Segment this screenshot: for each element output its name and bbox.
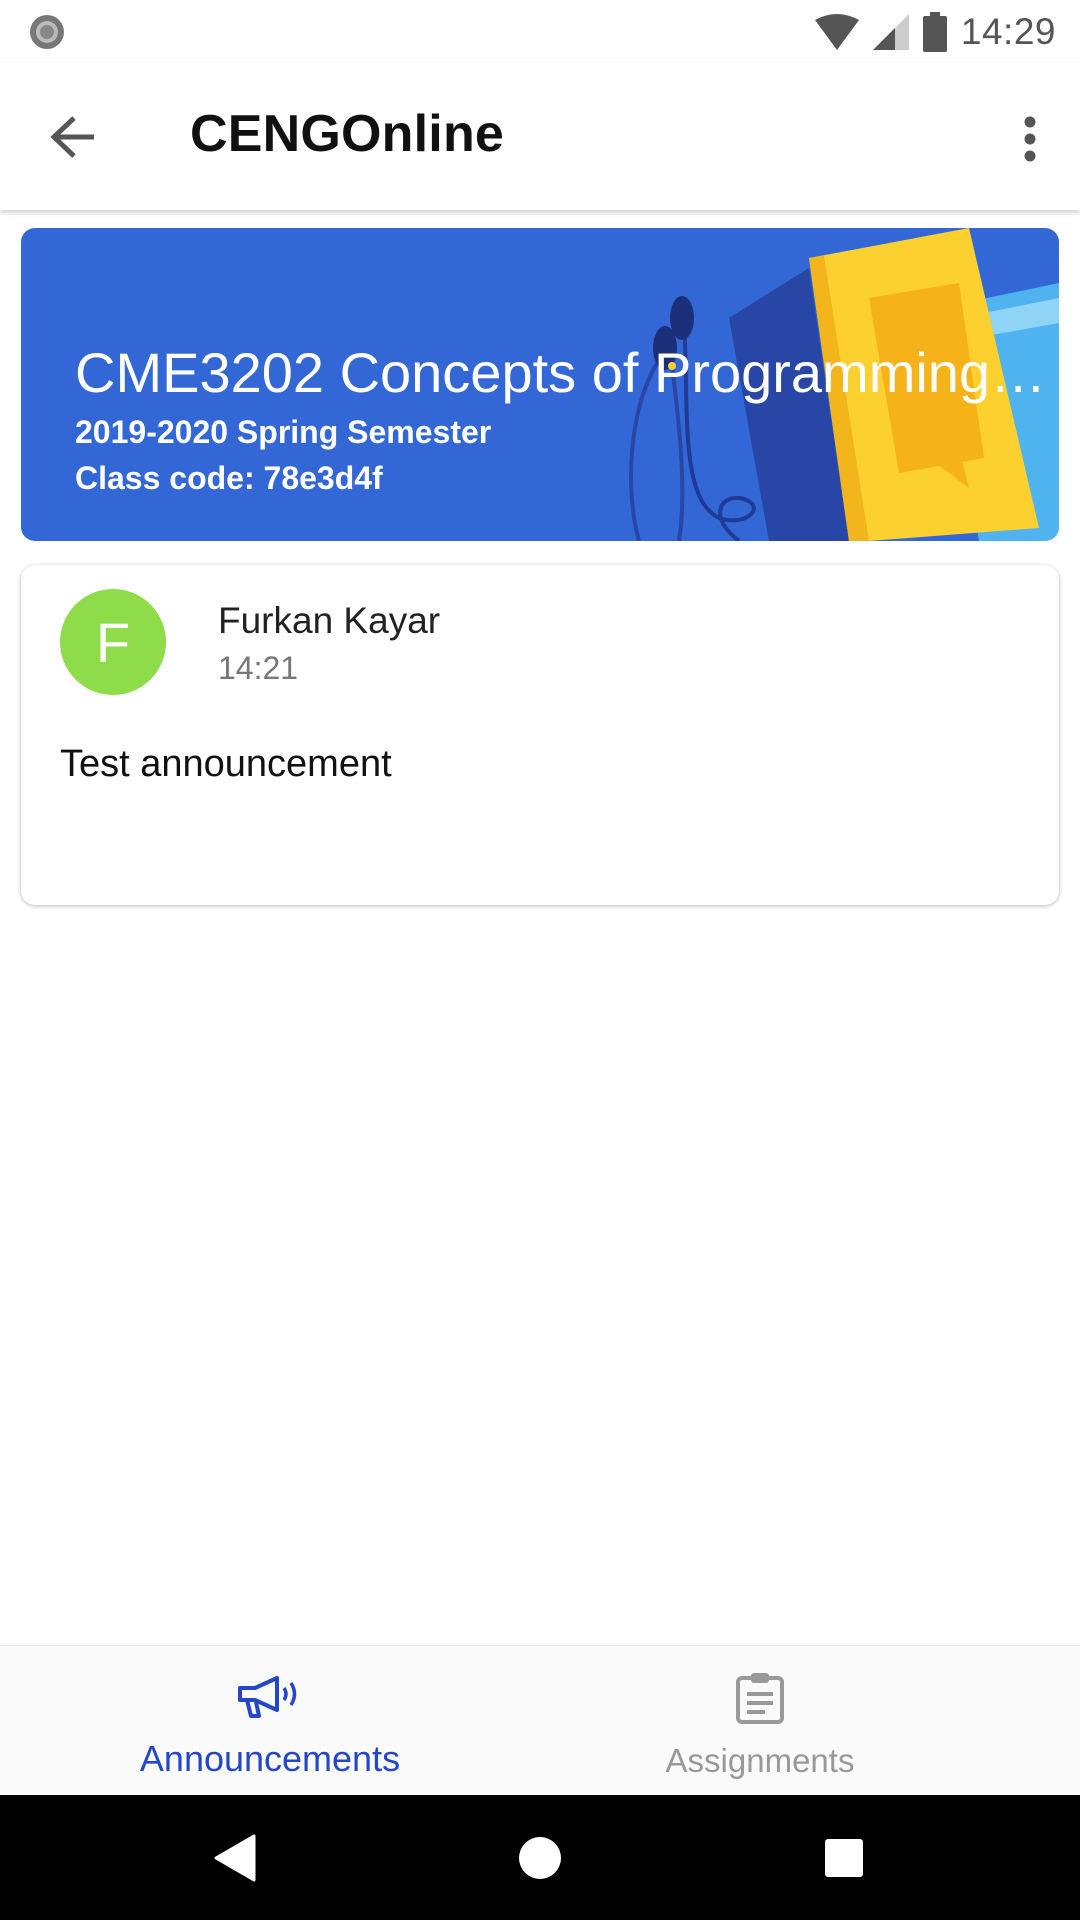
notification-dot-icon: [30, 15, 64, 49]
bottom-navigation: Announcements Assignments: [0, 1645, 1080, 1795]
class-semester: 2019-2020 Spring Semester: [75, 414, 492, 450]
back-button[interactable]: [36, 106, 112, 168]
announcement-card[interactable]: F Furkan Kayar 14:21 Test announcement: [21, 565, 1059, 905]
battery-icon: [922, 11, 947, 52]
app-bar: CENGOnline: [0, 63, 1080, 210]
status-right: 14:29: [814, 0, 1056, 63]
tab-announcements-label: Announcements: [139, 1738, 401, 1779]
class-banner[interactable]: CME3202 Concepts of Programming Language…: [21, 228, 1059, 541]
recents-square-icon: [825, 1838, 863, 1877]
announcement-text: Test announcement: [60, 743, 392, 785]
home-circle-icon: [519, 1836, 561, 1879]
class-title: CME3202 Concepts of Programming Language…: [75, 341, 1050, 404]
arrow-back-icon: [50, 116, 94, 158]
system-back-button[interactable]: [175, 1795, 295, 1920]
tab-assignments-label: Assignments: [665, 1742, 855, 1779]
wifi-icon: [814, 13, 859, 50]
system-recents-button[interactable]: [784, 1795, 904, 1920]
system-home-button[interactable]: [480, 1795, 600, 1920]
screen: 14:29 CENGOnline CME3202 Concepts of Pro…: [0, 0, 1080, 1920]
app-title: CENGOnline: [190, 105, 505, 163]
author-name: Furkan Kayar: [218, 600, 441, 641]
status-bar: 14:29: [0, 0, 1080, 63]
cell-signal-icon: [872, 13, 909, 50]
megaphone-icon: [238, 1676, 297, 1718]
system-navigation-bar: [0, 1795, 1080, 1920]
avatar: F: [60, 589, 166, 695]
tab-announcements[interactable]: Announcements: [0, 1646, 540, 1796]
clipboard-icon: [736, 1673, 784, 1724]
more-vert-icon: [1024, 116, 1036, 162]
overflow-menu-button[interactable]: [1000, 106, 1060, 172]
post-time: 14:21: [218, 650, 299, 686]
tab-assignments[interactable]: Assignments: [500, 1646, 1020, 1796]
back-triangle-icon: [214, 1834, 256, 1881]
status-time: 14:29: [960, 10, 1056, 52]
class-code: Class code: 78e3d4f: [75, 460, 383, 496]
